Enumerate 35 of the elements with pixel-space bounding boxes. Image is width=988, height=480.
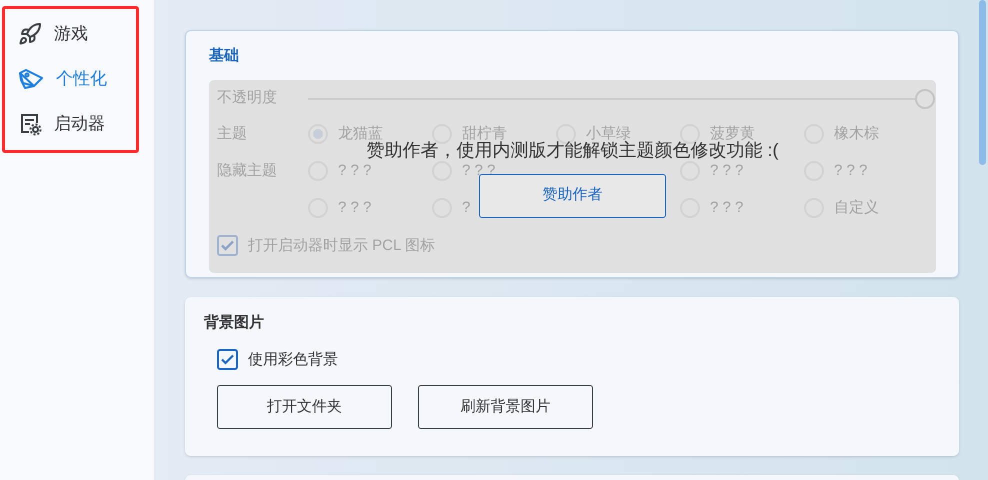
scrollbar-thumb[interactable] (979, 0, 986, 165)
sidebar-item[interactable]: 游戏 (5, 15, 136, 53)
slider-thumb[interactable] (915, 88, 935, 108)
option-label: 不透明度 (217, 88, 278, 108)
color-swatch-icon (18, 67, 44, 91)
sidebar-item[interactable]: 启动器 (5, 105, 136, 143)
option-label: 主题 (217, 124, 248, 144)
radio-label: 菠萝黄 (710, 124, 755, 142)
opacity-slider[interactable] (308, 88, 935, 108)
check-icon (221, 240, 234, 252)
radio-label: 橡木棕 (834, 124, 879, 144)
radio-label: ? ? ? (338, 198, 372, 218)
checkbox-label: 使用彩色背景 (248, 350, 338, 370)
radio-label: 小草绿 (586, 124, 631, 142)
check-icon (221, 354, 234, 366)
sidebar-item[interactable]: 个性化 (5, 60, 136, 98)
action-button[interactable]: 刷新背景图片 (418, 385, 593, 429)
settings-window-icon (18, 112, 42, 136)
radio-label: ? ? ? (834, 160, 868, 181)
action-button[interactable]: 打开文件夹 (217, 385, 392, 429)
card-title: 基础 (209, 46, 240, 66)
radio-label: ? ? ? (710, 160, 744, 181)
radio-button[interactable] (308, 124, 328, 144)
checkbox[interactable] (217, 349, 238, 370)
checkbox[interactable] (217, 235, 238, 256)
option-label: 隐藏主题 (217, 160, 278, 181)
sponsor-dialog[interactable]: 赞助作者 (479, 174, 666, 218)
radio-label: 甜柠青 (462, 124, 507, 142)
radio-label: ? ? ? (710, 198, 744, 218)
radio-label: 自定义 (834, 198, 879, 218)
radio-label: ? ? ? (338, 160, 372, 181)
radio-label: ? (462, 198, 470, 218)
card-title: 背景图片 (204, 313, 265, 333)
rocket-icon (18, 22, 42, 46)
checkbox-label: 打开启动器时显示 PCL 图标 (248, 236, 435, 256)
